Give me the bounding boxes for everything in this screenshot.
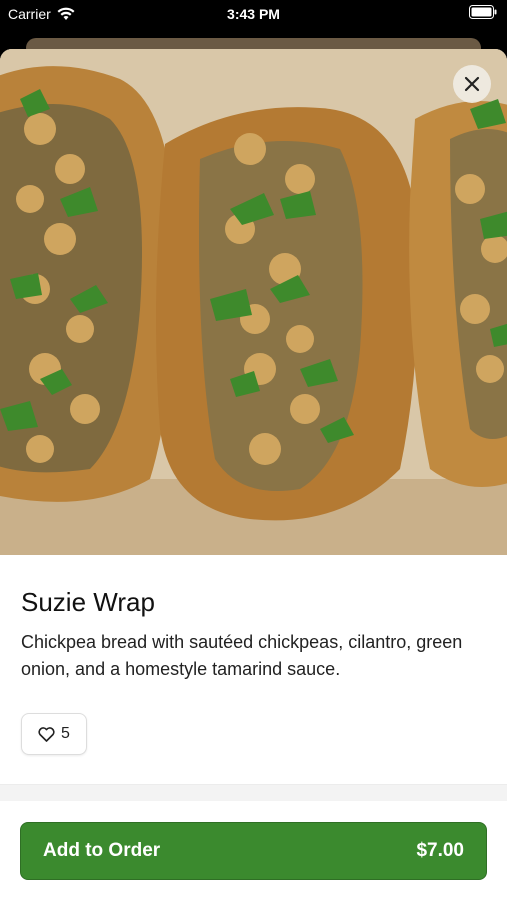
status-right — [469, 5, 497, 22]
battery-icon — [469, 5, 497, 19]
close-button[interactable] — [453, 65, 491, 103]
heart-icon — [38, 726, 55, 742]
close-icon — [464, 76, 480, 92]
item-detail-sheet: Suzie Wrap Chickpea bread with sautéed c… — [0, 49, 507, 900]
like-button[interactable]: 5 — [21, 713, 87, 755]
section-divider — [0, 784, 507, 801]
item-photo — [0, 49, 507, 555]
item-description: Chickpea bread with sautéed chickpeas, c… — [21, 632, 463, 679]
like-count: 5 — [61, 725, 70, 742]
item-title: Suzie Wrap — [21, 587, 155, 617]
add-to-order-button[interactable]: Add to Order $7.00 — [20, 822, 487, 880]
status-bar: Carrier 3:43 PM — [0, 0, 507, 34]
item-price: $7.00 — [416, 840, 464, 861]
add-to-order-label: Add to Order — [43, 840, 161, 861]
food-illustration — [0, 49, 507, 555]
status-time: 3:43 PM — [227, 6, 280, 22]
